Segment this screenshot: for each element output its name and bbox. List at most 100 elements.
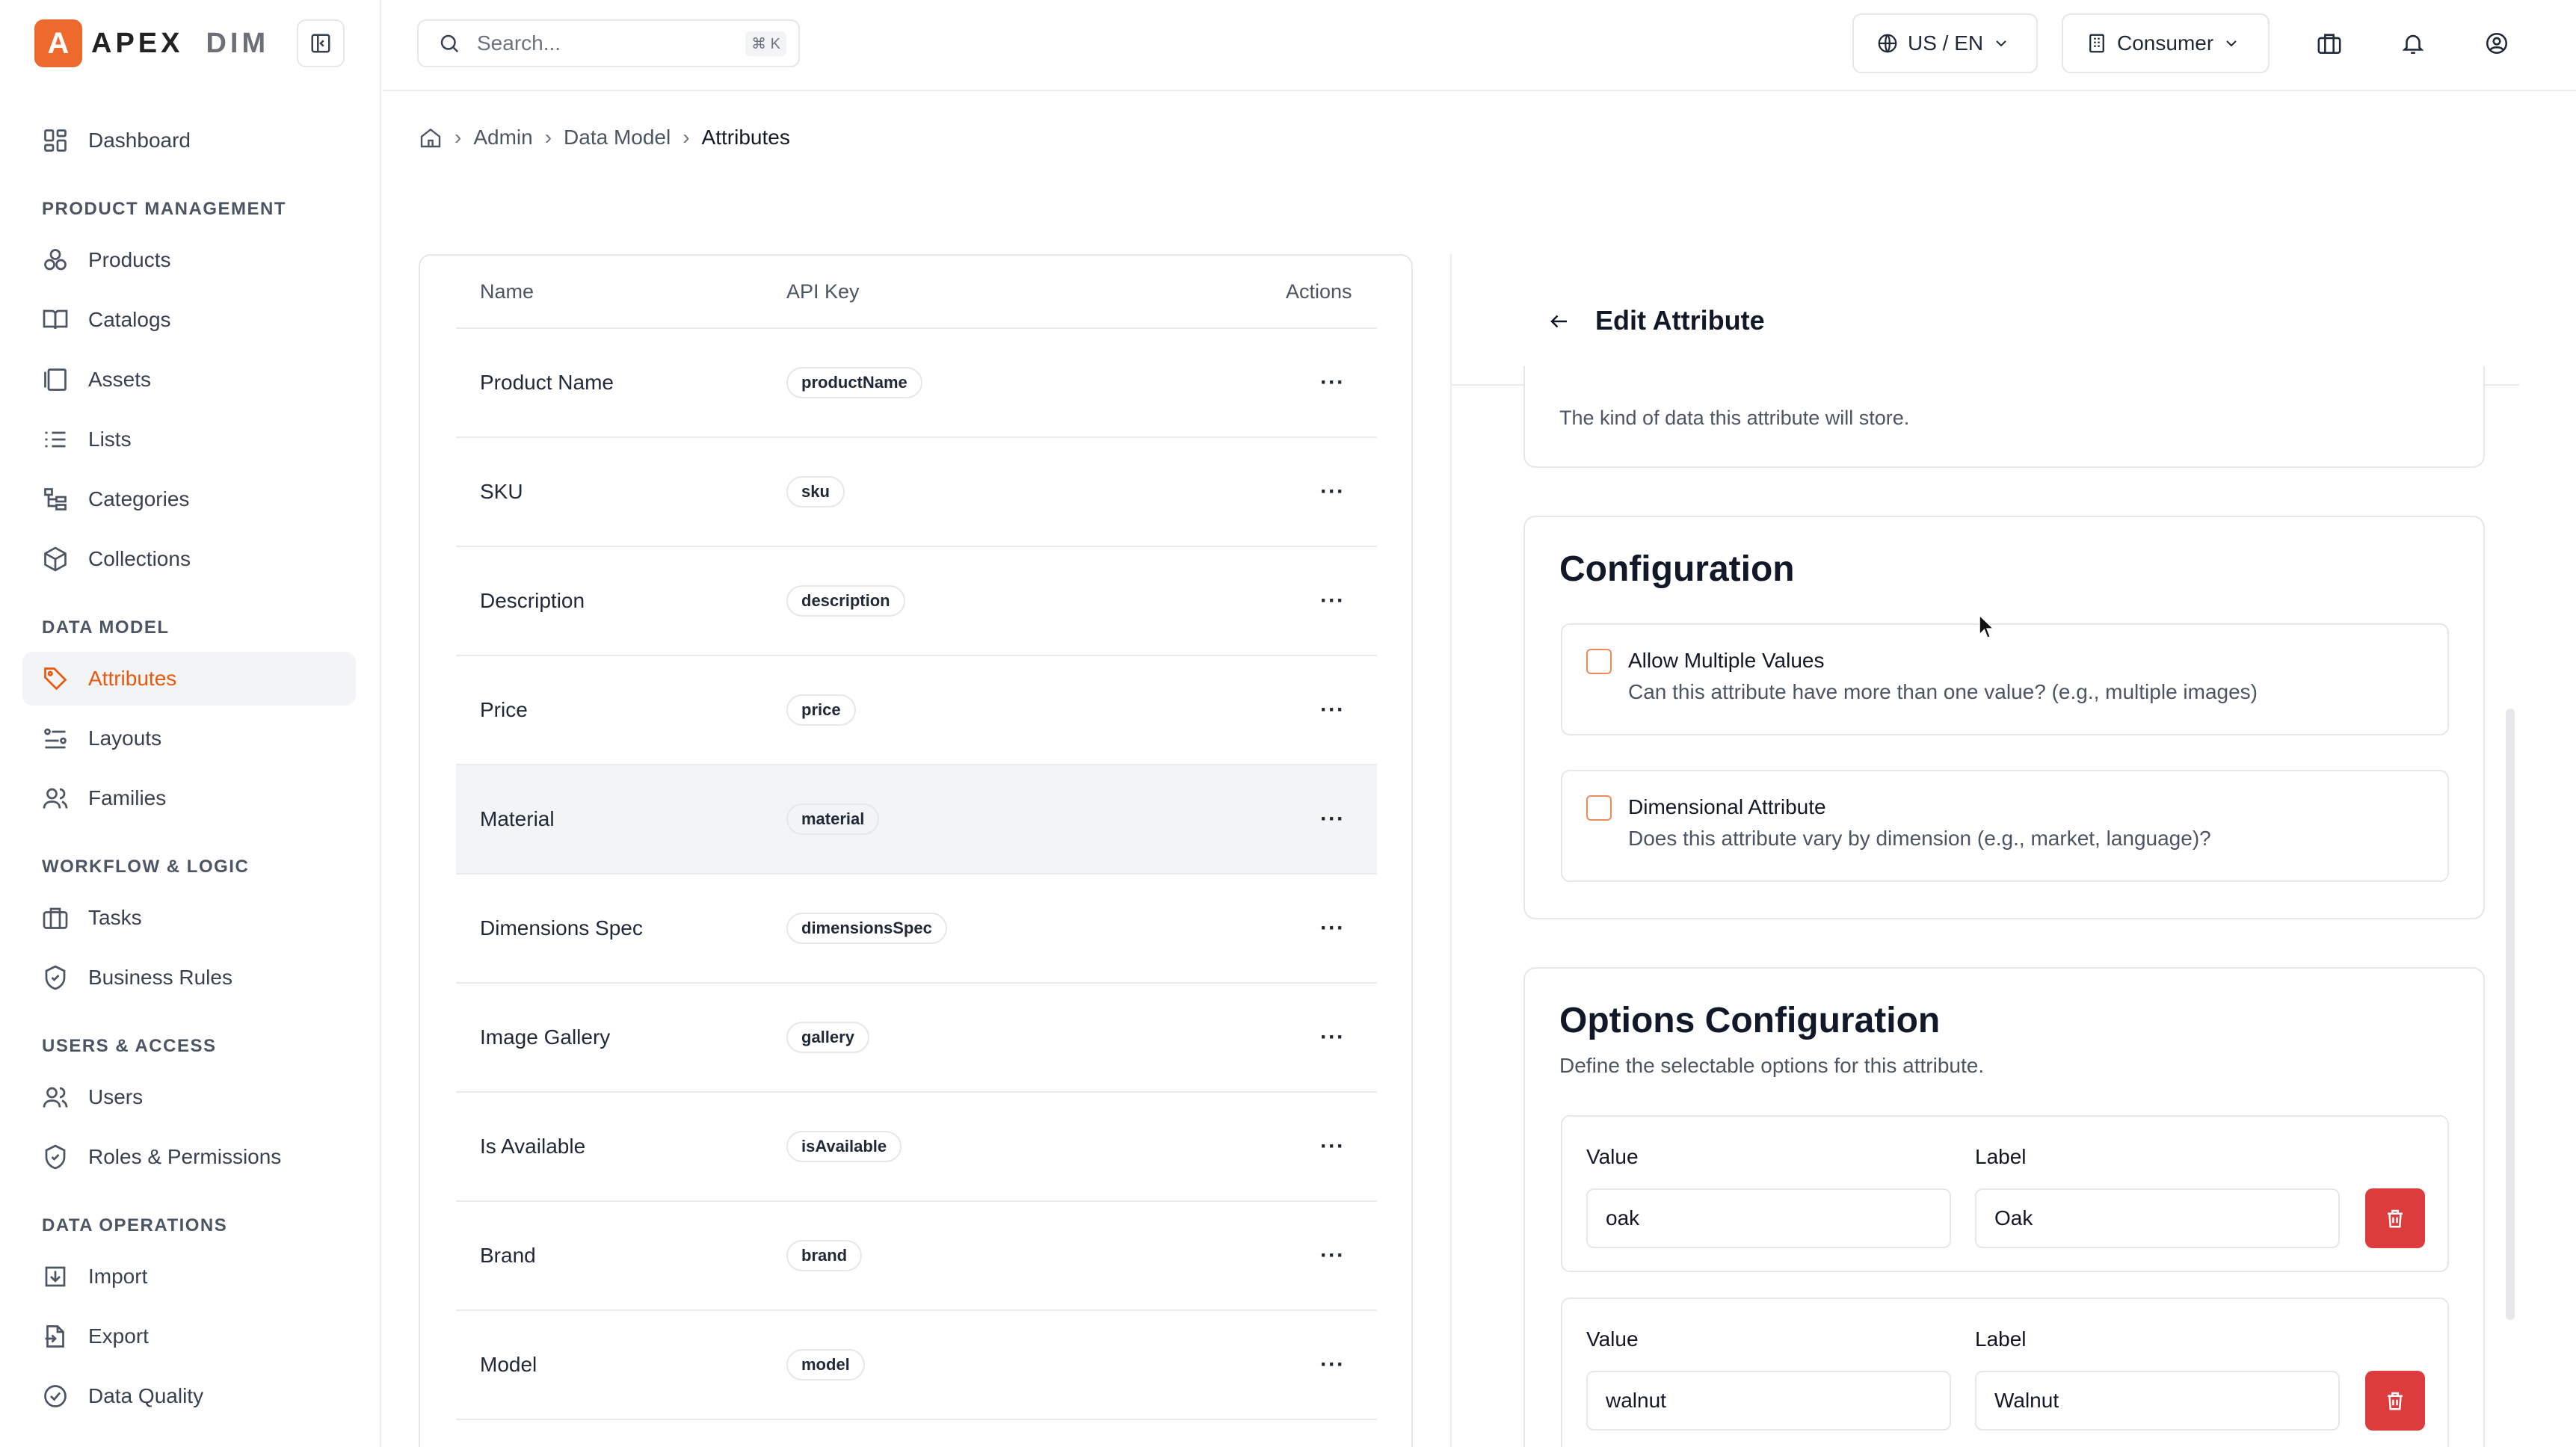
sidebar-item-label: Export bbox=[88, 1324, 149, 1348]
edit-attribute-panel: Edit Attribute The kind of data this att… bbox=[1450, 254, 2519, 1447]
locale-select[interactable]: US / EN bbox=[1852, 13, 2038, 73]
dimensional-option[interactable]: Dimensional Attribute Does this attribut… bbox=[1561, 770, 2449, 882]
search-input[interactable]: Search... ⌘ K bbox=[417, 19, 800, 67]
table-row[interactable]: Price price ··· bbox=[456, 656, 1377, 765]
attribute-name: Is Available bbox=[480, 1135, 586, 1158]
sidebar-item-data-quality[interactable]: Data Quality bbox=[22, 1369, 356, 1423]
row-actions-button[interactable]: ··· bbox=[1320, 370, 1345, 395]
nav-section-title: USERS & ACCESS bbox=[42, 1036, 217, 1056]
row-actions-button[interactable]: ··· bbox=[1320, 697, 1345, 723]
table-row[interactable]: Product Name productName ··· bbox=[456, 329, 1377, 438]
row-actions-button[interactable]: ··· bbox=[1320, 916, 1345, 941]
sidebar-item-business-rules[interactable]: Business Rules bbox=[22, 951, 356, 1005]
tag-icon bbox=[40, 664, 70, 694]
option-value-input[interactable]: oak bbox=[1586, 1188, 1951, 1248]
tree-icon bbox=[40, 484, 70, 514]
table-row-selected[interactable]: Material material ··· bbox=[456, 765, 1377, 874]
app-logo[interactable]: A APEX DIM bbox=[34, 19, 269, 67]
workspace-button[interactable] bbox=[2308, 22, 2350, 64]
table-row[interactable]: SKU sku ··· bbox=[456, 438, 1377, 547]
sidebar-item-products[interactable]: Products bbox=[22, 233, 356, 287]
dimensional-checkbox[interactable] bbox=[1586, 795, 1612, 821]
option-description: Can this attribute have more than one va… bbox=[1628, 680, 2258, 703]
channel-label: Consumer bbox=[2117, 31, 2214, 55]
shield-icon bbox=[40, 1142, 70, 1172]
trash-icon bbox=[2388, 1209, 2403, 1228]
sidebar-item-label: Layouts bbox=[88, 726, 162, 750]
sidebar-item-attributes[interactable]: Attributes bbox=[22, 652, 356, 706]
sidebar-item-dashboard[interactable]: Dashboard bbox=[22, 114, 356, 167]
home-icon[interactable] bbox=[419, 126, 443, 149]
api-key-badge: productName bbox=[786, 367, 922, 398]
table-row[interactable]: Brand brand ··· bbox=[456, 1202, 1377, 1311]
locale-label: US / EN bbox=[1908, 31, 1984, 55]
attribute-name: Image Gallery bbox=[480, 1025, 611, 1049]
products-icon bbox=[40, 245, 70, 275]
sidebar-item-assets[interactable]: Assets bbox=[22, 353, 356, 407]
sidebar-item-collections[interactable]: Collections bbox=[22, 532, 356, 586]
search-icon bbox=[440, 34, 459, 53]
table-row[interactable]: Description description ··· bbox=[456, 547, 1377, 656]
configuration-title: Configuration bbox=[1559, 549, 1795, 589]
table-row[interactable]: Image Gallery gallery ··· bbox=[456, 984, 1377, 1093]
breadcrumb: › Admin › Data Model › Attributes bbox=[419, 126, 790, 149]
sidebar-item-label: Business Rules bbox=[88, 966, 232, 989]
row-actions-button[interactable]: ··· bbox=[1320, 1134, 1345, 1159]
breadcrumb-item-admin[interactable]: Admin bbox=[473, 126, 532, 149]
api-key-badge: sku bbox=[786, 476, 845, 507]
back-button[interactable] bbox=[1541, 303, 1577, 339]
sidebar-item-import[interactable]: Import bbox=[22, 1250, 356, 1303]
option-label-input[interactable]: Walnut bbox=[1975, 1371, 2340, 1431]
chevron-right-icon: › bbox=[544, 126, 552, 149]
sidebar-item-label: Tasks bbox=[88, 906, 142, 929]
row-actions-button[interactable]: ··· bbox=[1320, 588, 1345, 614]
sidebar-item-lists[interactable]: Lists bbox=[22, 413, 356, 466]
options-title: Options Configuration bbox=[1559, 1001, 1941, 1040]
sidebar-item-label: Collections bbox=[88, 547, 191, 570]
sidebar-item-users[interactable]: Users bbox=[22, 1070, 356, 1124]
notifications-button[interactable] bbox=[2392, 22, 2434, 64]
row-actions-button[interactable]: ··· bbox=[1320, 1025, 1345, 1050]
delete-option-button[interactable] bbox=[2365, 1188, 2425, 1248]
sidebar-item-label: Families bbox=[88, 786, 167, 809]
panel-scrollbar[interactable] bbox=[2506, 709, 2515, 1320]
sidebar-item-families[interactable]: Families bbox=[22, 771, 356, 825]
options-configuration-card: Options Configuration Define the selecta… bbox=[1523, 967, 2485, 1447]
trash-icon bbox=[2388, 1392, 2403, 1410]
row-actions-button[interactable]: ··· bbox=[1320, 806, 1345, 832]
table-row[interactable]: Is Available isAvailable ··· bbox=[456, 1093, 1377, 1202]
building-icon bbox=[2089, 34, 2104, 53]
api-key-badge: price bbox=[786, 694, 856, 726]
sidebar-item-export[interactable]: Export bbox=[22, 1309, 356, 1363]
sidebar-collapse-button[interactable] bbox=[297, 19, 345, 67]
option-title: Allow Multiple Values bbox=[1628, 649, 1825, 672]
delete-option-button[interactable] bbox=[2365, 1371, 2425, 1431]
option-value-input[interactable]: walnut bbox=[1586, 1371, 1951, 1431]
sidebar-item-catalogs[interactable]: Catalogs bbox=[22, 293, 356, 347]
column-header-api-key: API Key bbox=[786, 280, 860, 303]
user-menu-button[interactable] bbox=[2476, 22, 2518, 64]
row-actions-button[interactable]: ··· bbox=[1320, 1243, 1345, 1268]
table-row[interactable]: Dimensions Spec dimensionsSpec ··· bbox=[456, 874, 1377, 984]
option-label-input[interactable]: Oak bbox=[1975, 1188, 2340, 1248]
sidebar-item-layouts[interactable]: Layouts bbox=[22, 712, 356, 765]
api-key-badge: gallery bbox=[786, 1022, 869, 1053]
allow-multiple-option[interactable]: Allow Multiple Values Can this attribute… bbox=[1561, 623, 2449, 735]
sidebar-item-tasks[interactable]: Tasks bbox=[22, 891, 356, 945]
row-actions-button[interactable]: ··· bbox=[1320, 1352, 1345, 1377]
briefcase-icon bbox=[40, 903, 70, 933]
breadcrumb-current: Attributes bbox=[701, 126, 790, 149]
breadcrumb-item-data-model[interactable]: Data Model bbox=[564, 126, 671, 149]
assets-icon bbox=[40, 365, 70, 395]
allow-multiple-checkbox[interactable] bbox=[1586, 649, 1612, 674]
sidebar-item-roles-permissions[interactable]: Roles & Permissions bbox=[22, 1130, 356, 1184]
row-actions-button[interactable]: ··· bbox=[1320, 479, 1345, 505]
shield-icon bbox=[40, 963, 70, 993]
arrow-left-icon bbox=[1550, 315, 1567, 328]
channel-select[interactable]: Consumer bbox=[2062, 13, 2270, 73]
sidebar-item-label: Attributes bbox=[88, 667, 177, 690]
table-row[interactable]: Model model ··· bbox=[456, 1311, 1377, 1420]
topbar: Search... ⌘ K US / EN Consumer bbox=[383, 0, 2576, 91]
sidebar-item-categories[interactable]: Categories bbox=[22, 472, 356, 526]
sidebar-item-label: Import bbox=[88, 1265, 148, 1288]
